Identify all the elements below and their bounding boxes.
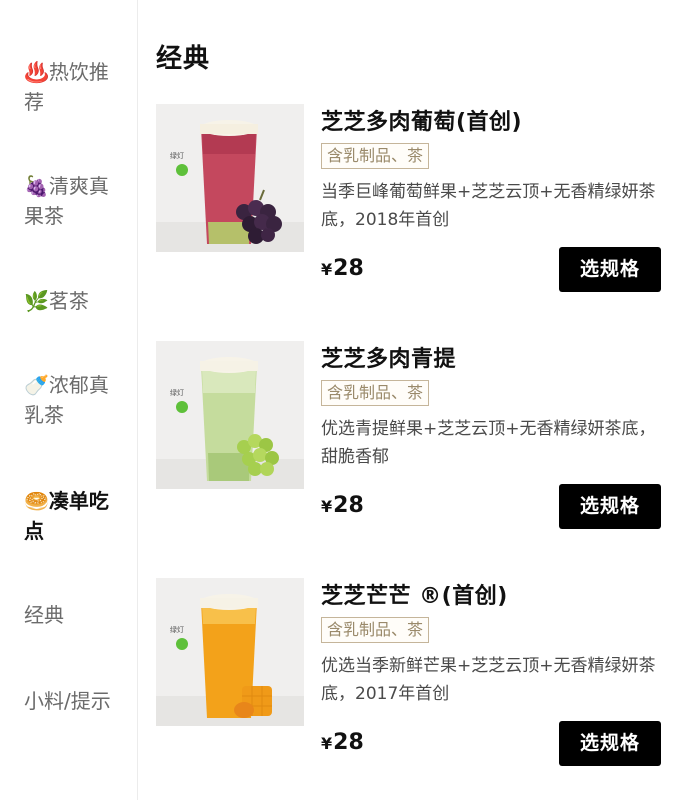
product-tag: 含乳制品、茶: [321, 617, 430, 643]
currency-symbol: ¥: [321, 260, 333, 279]
select-spec-button[interactable]: 选规格: [559, 721, 661, 766]
currency-symbol: ¥: [321, 497, 333, 516]
select-spec-button[interactable]: 选规格: [559, 247, 661, 292]
select-spec-button[interactable]: 选规格: [559, 484, 661, 529]
category-sidebar: ♨️热饮推荐 🍇清爽真果茶 🌿茗茶 🍼浓郁真乳茶 🥯凑单吃点 经典 小料/提示: [0, 0, 138, 800]
thumb-badge: 绿灯: [170, 388, 184, 397]
herb-icon: 🌿: [24, 289, 49, 313]
product-name: 芝芝多肉葡萄(首创): [321, 110, 523, 135]
product-tag: 含乳制品、茶: [321, 380, 430, 406]
sidebar-item-label: 小料/提示: [24, 689, 111, 713]
thumb-badge: 绿灯: [170, 625, 184, 634]
product-card[interactable]: 绿灯 芝芝芒芒 ®(首创) 含乳制品、茶 优选当季新鲜芒果+芝芝云顶+无香精绿妍…: [138, 578, 681, 778]
thumb-badge: 绿灯: [170, 151, 184, 160]
product-name: 芝芝多肉青提: [321, 347, 457, 372]
sidebar-item-label: 经典: [24, 603, 64, 627]
sidebar-item-milk-tea[interactable]: 🍼浓郁真乳茶: [24, 370, 124, 430]
product-price: ¥28: [321, 730, 364, 755]
product-description: 优选当季新鲜芒果+芝芝云顶+无香精绿妍茶底，2017年首创: [321, 656, 656, 704]
product-description: 优选青提鲜果+芝芝云顶+无香精绿妍茶底，甜脆香郁: [321, 419, 656, 467]
product-card[interactable]: 绿灯 芝芝多肉青提 含乳制品、茶 优选青提鲜果+芝芝云顶+无香精绿妍茶底，甜脆香…: [138, 341, 681, 541]
price-value: 28: [333, 730, 364, 755]
price-value: 28: [333, 493, 364, 518]
hot-springs-icon: ♨️: [24, 60, 49, 84]
price-value: 28: [333, 256, 364, 281]
sidebar-item-tea[interactable]: 🌿茗茶: [24, 286, 124, 316]
sidebar-item-hot-drinks[interactable]: ♨️热饮推荐: [24, 57, 124, 117]
baby-bottle-icon: 🍼: [24, 373, 49, 397]
sidebar-item-toppings[interactable]: 小料/提示: [24, 686, 124, 716]
sidebar-item-label: 茗茶: [48, 289, 89, 313]
product-name: 芝芝芒芒 ®(首创): [321, 584, 508, 609]
product-description: 当季巨峰葡萄鲜果+芝芝云顶+无香精绿妍茶底，2018年首创: [321, 182, 656, 230]
product-price: ¥28: [321, 256, 364, 281]
grapes-icon: 🍇: [24, 174, 49, 198]
product-card[interactable]: 绿灯 芝芝多肉葡萄(首创) 含乳制品、茶 当季巨峰葡萄鲜果+芝芝云顶+无香精绿妍…: [138, 104, 681, 304]
product-image[interactable]: 绿灯: [156, 341, 304, 489]
sidebar-item-classic[interactable]: 经典: [24, 600, 124, 630]
sidebar-item-fruit-tea[interactable]: 🍇清爽真果茶: [24, 171, 124, 231]
product-price: ¥28: [321, 493, 364, 518]
sidebar-item-snacks[interactable]: 🥯凑单吃点: [24, 486, 124, 546]
product-image[interactable]: 绿灯: [156, 578, 304, 726]
bagel-icon: 🥯: [24, 489, 49, 513]
section-title: 经典: [156, 44, 211, 74]
product-list: 经典 绿灯 芝芝多肉葡萄(首创) 含乳制品、茶 当季巨峰葡萄鲜果+芝芝云顶+无香…: [138, 0, 681, 800]
product-tag: 含乳制品、茶: [321, 143, 430, 169]
currency-symbol: ¥: [321, 734, 333, 753]
product-image[interactable]: 绿灯: [156, 104, 304, 252]
